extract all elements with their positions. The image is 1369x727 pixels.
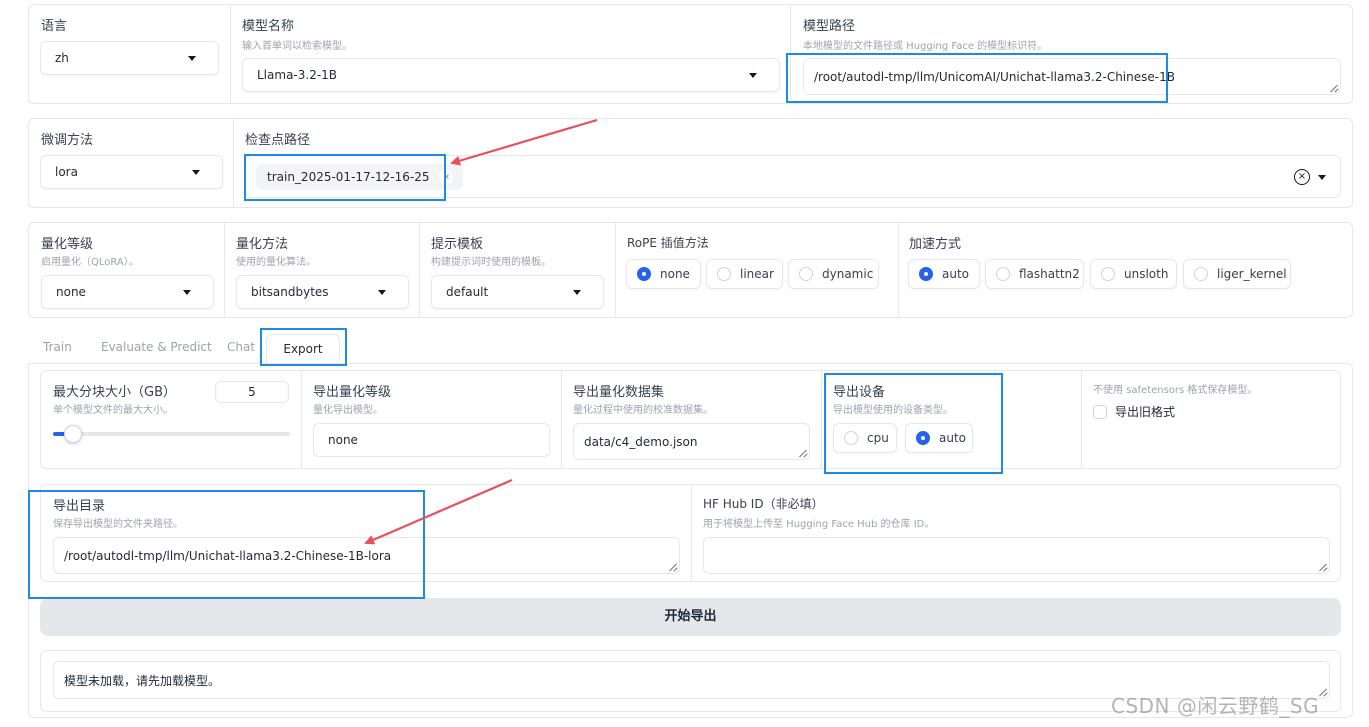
watermark: CSDN @闲云野鹤_SG: [1111, 694, 1320, 718]
annotation-arrows: [364, 118, 598, 545]
arrow-to-checkpoint: [450, 118, 598, 166]
arrow-to-export-dir: [364, 478, 513, 545]
